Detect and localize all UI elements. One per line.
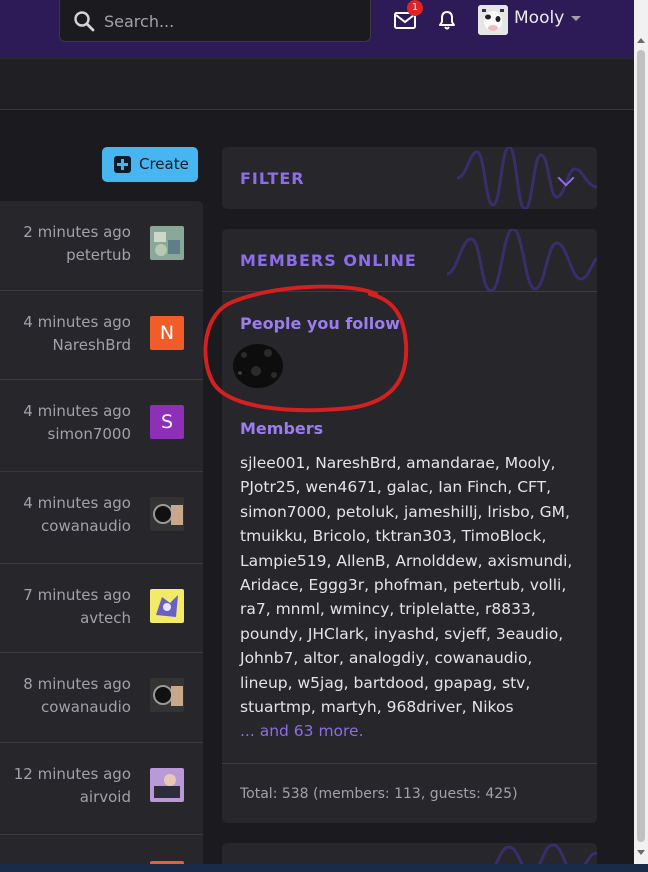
- avatar[interactable]: [150, 497, 184, 531]
- activity-user[interactable]: avtech: [80, 609, 131, 627]
- activity-user[interactable]: NareshBrd: [52, 336, 131, 354]
- list-item[interactable]: 4 minutes ago NareshBrd N: [0, 291, 203, 380]
- create-button[interactable]: Create: [102, 147, 198, 182]
- activity-user[interactable]: cowanaudio: [41, 698, 131, 716]
- activity-user[interactable]: petertub: [66, 246, 131, 264]
- activity-time: 2 minutes ago: [23, 223, 131, 241]
- taskbar: [0, 864, 648, 872]
- activity-time: 4 minutes ago: [23, 402, 131, 420]
- activity-time: 7 minutes ago: [23, 586, 131, 604]
- list-item[interactable]: 7 minutes ago avtech: [0, 564, 203, 653]
- activity-user[interactable]: simon7000: [48, 425, 131, 443]
- activity-time: 4 minutes ago: [23, 313, 131, 331]
- username-label[interactable]: Mooly: [514, 8, 564, 28]
- scrollbar-thumb[interactable]: [637, 50, 645, 842]
- wave-decoration-icon: [457, 147, 597, 209]
- list-item[interactable]: 8 minutes ago cowanaudio: [0, 653, 203, 743]
- list-item[interactable]: 12 minutes ago airvoid: [0, 743, 203, 835]
- divider: [222, 763, 597, 764]
- red-annotation-circle: [203, 284, 409, 413]
- activity-time: 4 minutes ago: [23, 494, 131, 512]
- online-members-list[interactable]: sjlee001, NareshBrd, amandarae, Mooly, P…: [240, 451, 585, 719]
- photo-avatar-icon: [150, 678, 184, 712]
- activity-user[interactable]: cowanaudio: [41, 517, 131, 535]
- top-bar: 1 Mooly: [0, 0, 634, 58]
- activity-time: 8 minutes ago: [23, 675, 131, 693]
- avatar[interactable]: N: [150, 316, 184, 350]
- avatar[interactable]: [150, 678, 184, 712]
- user-avatar[interactable]: [478, 5, 508, 35]
- filter-panel[interactable]: FILTER: [222, 147, 597, 209]
- list-item[interactable]: 4 minutes ago simon7000 S: [0, 380, 203, 472]
- list-item[interactable]: 4 minutes ago cowanaudio: [0, 472, 203, 564]
- list-item[interactable]: 2 minutes ago petertub: [0, 201, 203, 291]
- chevron-down-icon[interactable]: [571, 16, 581, 21]
- search-box[interactable]: [59, 0, 371, 42]
- search-input[interactable]: [104, 8, 354, 34]
- activity-time: 12 minutes ago: [13, 765, 131, 783]
- bell-icon[interactable]: [436, 9, 458, 31]
- filter-heading: FILTER: [240, 169, 305, 188]
- photo-avatar-icon: [150, 768, 184, 802]
- plus-icon: [114, 156, 131, 173]
- create-button-label: Create: [139, 155, 189, 173]
- wave-decoration-icon: [447, 229, 597, 291]
- scroll-up-arrow-icon[interactable]: [637, 38, 645, 43]
- members-heading: Members: [240, 419, 324, 438]
- photo-avatar-icon: [150, 589, 184, 623]
- activity-user[interactable]: airvoid: [80, 788, 131, 806]
- members-online-heading: MEMBERS ONLINE: [240, 251, 417, 270]
- avatar[interactable]: [150, 768, 184, 802]
- scroll-down-arrow-icon[interactable]: [637, 850, 645, 855]
- sub-navigation-bar: [0, 58, 634, 110]
- more-members-link[interactable]: ... and 63 more.: [240, 722, 364, 740]
- photo-avatar-icon: [150, 497, 184, 531]
- avatar[interactable]: [150, 226, 184, 260]
- mail-count-badge: 1: [407, 0, 423, 16]
- activity-list: 2 minutes ago petertub 4 minutes ago Nar…: [0, 201, 203, 872]
- online-total: Total: 538 (members: 113, guests: 425): [240, 786, 518, 802]
- photo-avatar-icon: [150, 226, 184, 260]
- cow-avatar-icon: [478, 5, 508, 35]
- search-icon: [74, 11, 95, 32]
- avatar[interactable]: S: [150, 405, 184, 439]
- avatar[interactable]: [150, 589, 184, 623]
